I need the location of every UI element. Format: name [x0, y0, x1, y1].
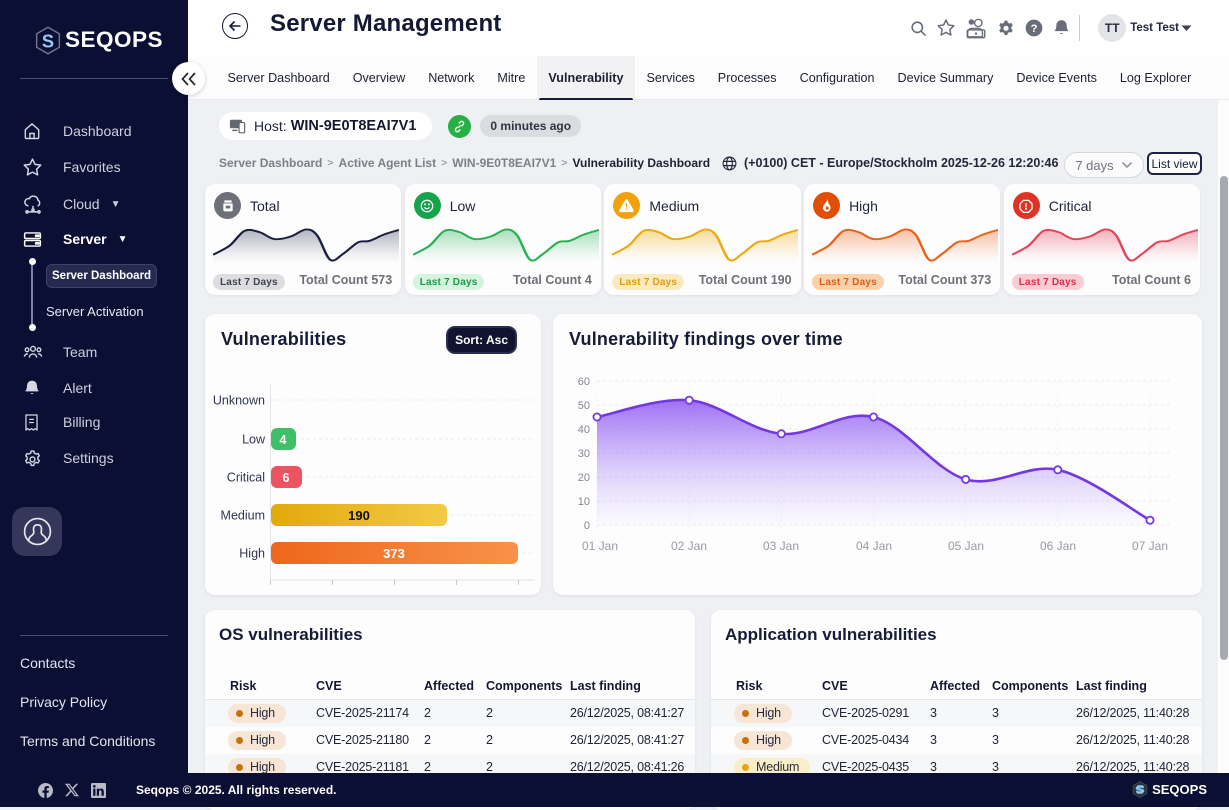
- svg-text:02 Jan: 02 Jan: [671, 539, 707, 553]
- svg-text:50: 50: [578, 400, 590, 412]
- svg-text:190: 190: [348, 508, 370, 523]
- svg-text:Unknown: Unknown: [213, 394, 265, 408]
- svg-text:07 Jan: 07 Jan: [1132, 539, 1168, 553]
- svg-text:05 Jan: 05 Jan: [948, 539, 984, 553]
- svg-text:60: 60: [578, 376, 590, 388]
- svg-text:Low: Low: [242, 433, 266, 447]
- svg-text:40: 40: [578, 424, 590, 436]
- svg-text:?: ?: [1031, 23, 1038, 35]
- svg-text:20: 20: [578, 472, 590, 484]
- svg-text:06 Jan: 06 Jan: [1040, 539, 1076, 553]
- svg-text:0: 0: [584, 520, 590, 532]
- svg-text:Medium: Medium: [221, 509, 265, 523]
- svg-text:04 Jan: 04 Jan: [856, 539, 892, 553]
- svg-text:01 Jan: 01 Jan: [582, 539, 618, 553]
- svg-text:6: 6: [283, 471, 290, 485]
- svg-text:4: 4: [280, 433, 287, 447]
- svg-text:High: High: [239, 547, 265, 561]
- svg-text:03 Jan: 03 Jan: [763, 539, 799, 553]
- svg-text:Critical: Critical: [227, 471, 265, 485]
- svg-text:30: 30: [578, 448, 590, 460]
- svg-text:10: 10: [578, 496, 590, 508]
- svg-text:373: 373: [383, 546, 405, 561]
- svg-text:S: S: [42, 30, 54, 51]
